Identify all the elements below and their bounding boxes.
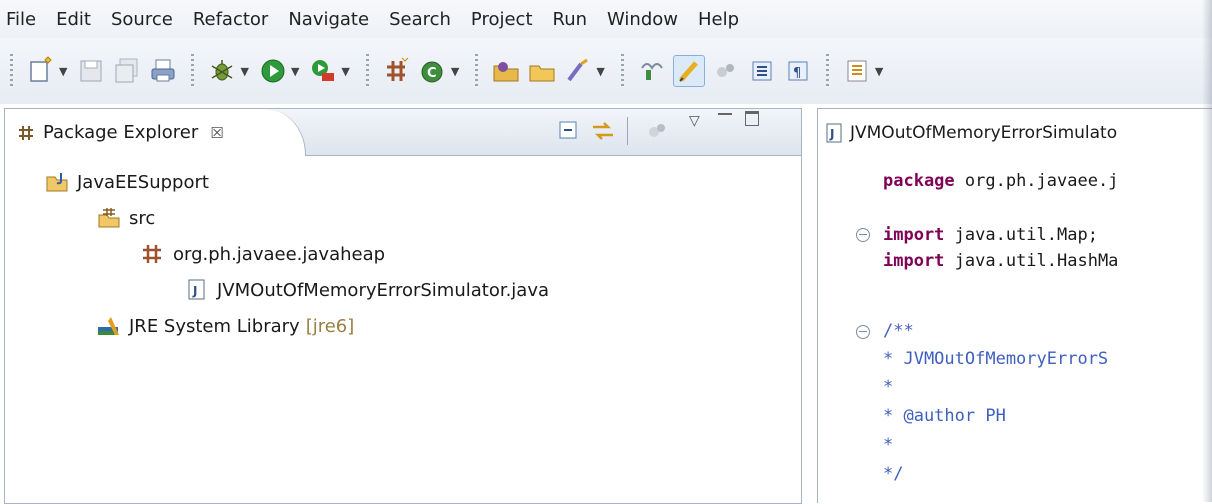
code-text: org.ph.javaee.j <box>954 171 1119 191</box>
next-annotation-icon[interactable] <box>842 56 872 86</box>
menu-refactor[interactable]: Refactor <box>183 9 279 30</box>
menu-navigate[interactable]: Navigate <box>278 9 379 30</box>
menu-window[interactable]: Window <box>597 9 688 30</box>
fold-collapse-icon[interactable] <box>856 325 870 339</box>
code-comment-line[interactable]: /** <box>883 321 914 341</box>
save-all-icon[interactable] <box>112 56 142 86</box>
menu-edit[interactable]: Edit <box>46 9 101 30</box>
new-wizard-icon[interactable] <box>26 56 56 86</box>
new-class-dropdown-icon[interactable]: ▼ <box>451 65 459 78</box>
new-java-class-icon[interactable]: C <box>418 56 448 86</box>
close-icon[interactable]: ☒ <box>210 124 223 142</box>
debug-dropdown-icon[interactable]: ▼ <box>240 65 248 78</box>
package-icon <box>141 243 165 265</box>
print-icon[interactable] <box>148 56 178 86</box>
java-file-icon: J <box>185 279 209 301</box>
menu-bar: File Edit Source Refactor Navigate Searc… <box>0 0 1212 38</box>
external-tools-icon[interactable] <box>308 56 338 86</box>
java-file-icon: J <box>824 122 844 144</box>
code-line[interactable]: import java.util.HashMa <box>883 251 1118 271</box>
package-explorer-icon <box>17 124 35 142</box>
code-text: java.util.HashMa <box>944 251 1119 271</box>
library-icon <box>97 315 121 337</box>
code-comment-line[interactable]: * JVMOutOfMemoryErrorS <box>883 349 1108 369</box>
editor-tab[interactable]: J JVMOutOfMemoryErrorSimulato <box>818 109 1212 156</box>
run-dropdown-icon[interactable]: ▼ <box>291 65 299 78</box>
open-task-icon[interactable] <box>527 56 557 86</box>
fold-collapse-icon[interactable] <box>856 228 870 242</box>
code-text: java.util.Map; <box>944 225 1098 245</box>
block-selection-icon[interactable] <box>711 56 741 86</box>
tree-item-java-file[interactable]: J JVMOutOfMemoryErrorSimulator.java <box>185 275 549 305</box>
code-line[interactable]: package org.ph.javaee.j <box>883 171 1118 191</box>
code-line[interactable]: import java.util.Map; <box>883 225 1098 245</box>
run-icon[interactable] <box>258 56 288 86</box>
menu-file[interactable]: File <box>0 9 46 30</box>
code-keyword: import <box>883 225 945 245</box>
new-dropdown-icon[interactable]: ▼ <box>59 65 67 78</box>
package-explorer-tabbar: Package Explorer ☒ ▽ <box>5 109 801 156</box>
toggle-breadcrumb-icon[interactable] <box>637 56 667 86</box>
toolbar-separator <box>627 117 628 145</box>
code-keyword: package <box>883 171 955 191</box>
code-comment-line[interactable]: * <box>883 377 893 397</box>
toolbar-grip[interactable] <box>191 54 195 88</box>
external-tools-dropdown-icon[interactable]: ▼ <box>341 65 349 78</box>
code-comment-line[interactable]: * @author PH <box>883 406 1006 426</box>
editor-tabbar: J JVMOutOfMemoryErrorSimulato <box>818 109 1212 156</box>
new-java-package-icon[interactable] <box>382 56 412 86</box>
editor-tab-title: JVMOutOfMemoryErrorSimulato <box>850 122 1118 143</box>
menu-run[interactable]: Run <box>543 9 598 30</box>
java-project-icon <box>45 171 69 193</box>
tree-item-label: JVMOutOfMemoryErrorSimulator.java <box>217 279 550 301</box>
tree-item-decoration: [jre6] <box>305 315 355 337</box>
maximize-icon[interactable] <box>745 111 759 126</box>
save-icon[interactable] <box>76 56 106 86</box>
toolbar-grip[interactable] <box>825 54 829 88</box>
toolbar-grip[interactable] <box>365 54 369 88</box>
svg-text:¶: ¶ <box>793 66 801 81</box>
mark-occurrences-icon[interactable] <box>672 55 705 87</box>
show-whitespace-icon[interactable]: ¶ <box>783 56 813 86</box>
svg-text:J: J <box>192 284 197 298</box>
search-dropdown-icon[interactable]: ▼ <box>596 65 604 78</box>
minimize-icon[interactable] <box>718 113 732 118</box>
tree-item-jre-library[interactable]: JRE System Library [jre6] <box>97 311 354 341</box>
debug-icon[interactable] <box>207 56 237 86</box>
toolbar-grip[interactable] <box>475 54 479 88</box>
annotation-dropdown-icon[interactable]: ▼ <box>875 65 883 78</box>
menu-project[interactable]: Project <box>461 9 543 30</box>
package-explorer-view: Package Explorer ☒ ▽ JavaEESupport src o… <box>4 108 802 504</box>
package-explorer-title: Package Explorer <box>43 122 199 143</box>
view-menu-icon[interactable]: ▽ <box>689 113 700 129</box>
tree-item-package[interactable]: org.ph.javaee.javaheap <box>141 239 385 269</box>
tree-item-label: JRE System Library <box>129 315 300 337</box>
tree-item-project[interactable]: JavaEESupport <box>45 167 209 197</box>
search-icon[interactable] <box>563 56 593 86</box>
window-edge-shadow <box>1202 0 1212 502</box>
show-source-icon[interactable] <box>747 56 777 86</box>
tree-item-label: src <box>129 207 156 229</box>
svg-text:J: J <box>829 127 834 141</box>
code-comment-line[interactable]: */ <box>883 464 903 484</box>
main-toolbar: ▼ ▼ ▼ ▼ C ▼ ▼ ¶ ▼ <box>0 38 1212 104</box>
svg-text:C: C <box>427 66 437 81</box>
code-keyword: import <box>883 251 945 271</box>
tab-package-explorer[interactable]: Package Explorer ☒ <box>5 109 306 156</box>
open-type-icon[interactable] <box>491 56 521 86</box>
source-folder-icon <box>97 207 121 229</box>
tree-item-src[interactable]: src <box>97 203 155 233</box>
link-with-editor-icon[interactable] <box>590 119 616 148</box>
toolbar-grip[interactable] <box>10 54 13 88</box>
focus-on-task-icon[interactable] <box>645 119 669 148</box>
menu-help[interactable]: Help <box>688 9 749 30</box>
collapse-all-icon[interactable] <box>557 119 581 148</box>
menu-search[interactable]: Search <box>379 9 461 30</box>
tree-item-label: JavaEESupport <box>77 171 209 193</box>
menu-source[interactable]: Source <box>101 9 183 30</box>
java-editor: J JVMOutOfMemoryErrorSimulato package or… <box>817 108 1212 503</box>
toolbar-grip[interactable] <box>620 54 624 88</box>
tree-item-label: org.ph.javaee.javaheap <box>173 243 386 265</box>
code-comment-line[interactable]: * <box>883 435 893 455</box>
